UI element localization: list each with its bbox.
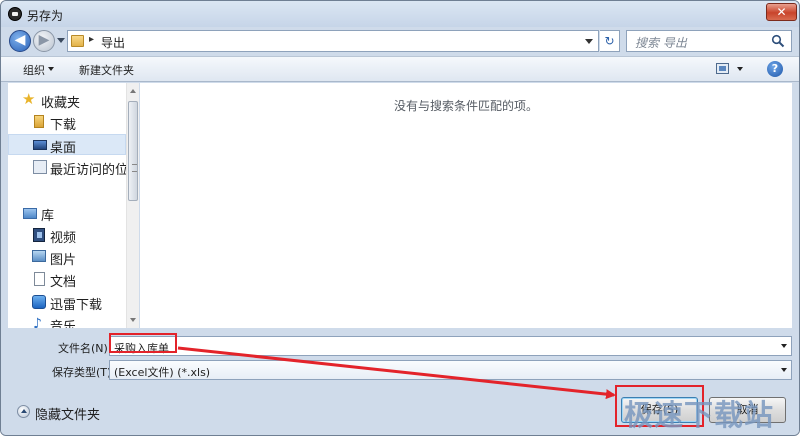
sidebar-item-label: 下载 (50, 118, 77, 133)
picture-icon (32, 250, 46, 262)
sidebar-item-favorites[interactable]: ★ 收藏夹 (8, 90, 126, 112)
navigation-pane: ★ 收藏夹 下载 桌面 最近访问的位 库 视频 图片 文档 迅雷下载 ♪ 音乐 (8, 83, 139, 328)
sidebar-item-pictures[interactable]: 图片 (8, 247, 126, 268)
sidebar-item-label: 收藏夹 (41, 96, 81, 111)
sidebar-item-label: 最近访问的位 (50, 163, 126, 178)
organize-menu[interactable]: 组织 (23, 62, 45, 78)
app-icon (8, 7, 22, 21)
history-dropdown-icon[interactable] (57, 38, 65, 43)
sidebar-item-recent-places[interactable]: 最近访问的位 (8, 157, 126, 178)
close-button[interactable]: ✕ (766, 3, 797, 21)
breadcrumb-current-folder[interactable]: 导出 (101, 34, 125, 51)
watermark-text: 极速下载站 (624, 398, 775, 432)
window-title: 另存为 (27, 9, 64, 23)
forward-button[interactable]: ▶ (33, 30, 55, 52)
sidebar-item-label: 视频 (50, 231, 77, 246)
document-icon (34, 272, 45, 286)
library-icon (23, 208, 37, 219)
filetype-dropdown-icon[interactable] (781, 368, 787, 372)
sidebar-item-music[interactable]: ♪ 音乐 (8, 314, 126, 328)
sidebar-item-label: 桌面 (50, 141, 77, 155)
annotation-highlight-filename (109, 333, 177, 353)
help-icon[interactable]: ? (767, 61, 783, 77)
save-as-dialog: 另存为 ✕ ◀ ▶ ▸ 导出 ↻ 搜索 导出 组织 新建文件夹 ? ★ 收藏夹 … (0, 0, 800, 436)
empty-results-message: 没有与搜索条件匹配的项。 (393, 99, 538, 113)
filename-dropdown-icon[interactable] (781, 344, 787, 348)
filetype-value[interactable]: (Excel文件) (*.xls) (114, 364, 210, 380)
sidebar-item-videos[interactable]: 视频 (8, 225, 126, 246)
command-toolbar: 组织 新建文件夹 ? (1, 56, 799, 82)
sidebar-item-thunder-downloads[interactable]: 迅雷下载 (8, 292, 126, 313)
sidebar-item-label: 图片 (50, 253, 77, 268)
hide-folders-label: 隐藏文件夹 (35, 408, 101, 423)
address-dropdown-icon[interactable] (585, 39, 593, 44)
scroll-up-icon[interactable] (130, 89, 136, 93)
filename-field[interactable]: 采购入库单 (109, 336, 792, 356)
sidebar-item-downloads[interactable]: 下载 (8, 112, 126, 133)
refresh-button[interactable]: ↻ (600, 30, 620, 52)
back-button[interactable]: ◀ (9, 30, 31, 52)
sidebar-item-label: 文档 (50, 275, 77, 290)
view-options-icon[interactable] (716, 63, 729, 74)
chevron-down-icon[interactable] (48, 67, 54, 71)
sidebar-item-documents[interactable]: 文档 (8, 269, 126, 290)
sidebar-item-libraries[interactable]: 库 (8, 203, 126, 224)
search-placeholder: 搜索 导出 (635, 36, 687, 50)
sidebar-item-label: 音乐 (50, 320, 77, 328)
star-icon: ★ (22, 90, 36, 108)
navigation-scrollbar[interactable] (126, 83, 139, 328)
sidebar-item-label: 库 (41, 209, 55, 224)
view-dropdown-icon[interactable] (737, 67, 743, 71)
search-input[interactable]: 搜索 导出 (626, 30, 792, 52)
collapse-up-icon (17, 405, 30, 418)
music-icon: ♪ (33, 316, 42, 328)
video-icon (33, 228, 45, 242)
filename-label: 文件名(N): (58, 342, 112, 355)
scroll-down-icon[interactable] (130, 318, 136, 322)
title-bar: 另存为 ✕ (1, 1, 799, 27)
filetype-label: 保存类型(T): (52, 366, 116, 379)
navigation-bar: ◀ ▶ ▸ 导出 ↻ 搜索 导出 (1, 27, 799, 54)
sidebar-item-desktop[interactable]: 桌面 (8, 134, 126, 155)
grip-icon (132, 164, 137, 172)
download-folder-icon (34, 115, 44, 128)
recent-places-icon (33, 160, 47, 174)
scrollbar-thumb[interactable] (128, 101, 138, 201)
address-bar[interactable]: ▸ 导出 (67, 30, 599, 52)
folder-icon (71, 35, 84, 47)
sidebar-item-label: 迅雷下载 (50, 298, 103, 313)
filetype-select[interactable]: (Excel文件) (*.xls) (109, 360, 792, 380)
breadcrumb-separator-icon[interactable]: ▸ (89, 34, 94, 45)
desktop-icon (33, 140, 47, 150)
thunder-icon (32, 295, 46, 309)
search-icon[interactable] (771, 34, 785, 48)
file-list-pane[interactable]: 没有与搜索条件匹配的项。 (140, 83, 792, 328)
new-folder-button[interactable]: 新建文件夹 (79, 62, 134, 78)
